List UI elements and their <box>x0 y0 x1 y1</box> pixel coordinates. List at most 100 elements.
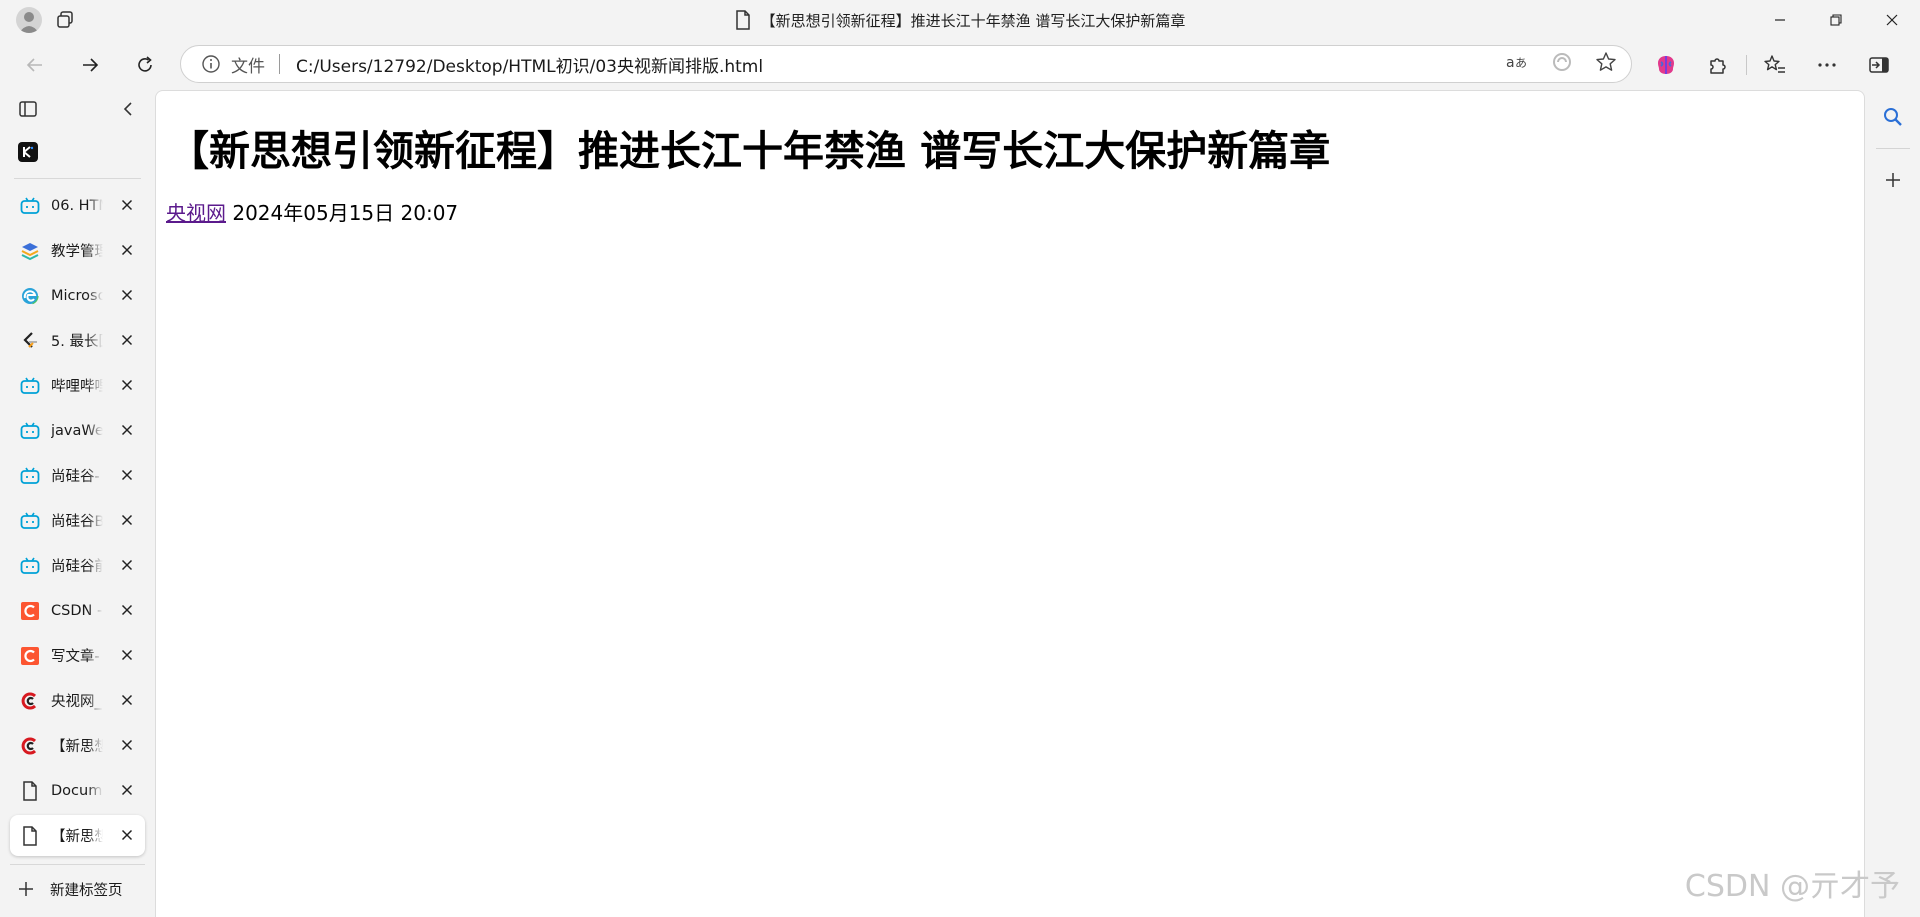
close-tab-button[interactable] <box>117 240 137 260</box>
close-icon <box>121 649 133 661</box>
close-tab-button[interactable] <box>117 510 137 530</box>
page-content: 【新思想引领新征程】推进长江十年禁渔 谱写长江大保护新篇章 央视网 2024年0… <box>155 90 1865 917</box>
sidebar-tab[interactable]: Document <box>10 770 145 811</box>
close-tab-button[interactable] <box>117 555 137 575</box>
collapse-sidebar-button[interactable] <box>121 101 135 121</box>
tab-label: 央视网_ <box>51 694 102 710</box>
sidebar-tab[interactable]: 【新思想 <box>10 815 145 856</box>
favorites-list-icon <box>1764 55 1785 73</box>
site-info-button[interactable]: 文件 <box>201 52 265 77</box>
close-icon <box>121 559 133 571</box>
sync-icon <box>1553 53 1571 71</box>
sidebar-tab[interactable]: 【新思想 <box>10 725 145 766</box>
person-icon <box>19 12 39 33</box>
bilibili-icon <box>19 465 41 487</box>
new-tab-button[interactable]: 新建标签页 <box>0 869 155 909</box>
profile-button[interactable] <box>14 5 44 35</box>
address-bar[interactable]: 文件 C:/Users/12792/Desktop/HTML初识/03央视新闻排… <box>180 45 1632 83</box>
sidebar-tab[interactable]: CSDN - <box>10 590 145 631</box>
copilot-button[interactable] <box>1640 47 1692 83</box>
minimize-button[interactable] <box>1752 0 1808 40</box>
close-tab-button[interactable] <box>117 465 137 485</box>
translate-icon: a あ <box>1506 55 1527 71</box>
favorites-button[interactable] <box>1749 47 1801 83</box>
more-button[interactable] <box>1801 47 1853 83</box>
file-icon <box>19 825 41 847</box>
bilibili-icon <box>19 420 41 442</box>
close-icon <box>121 424 133 436</box>
bilibili-icon <box>19 195 41 217</box>
file-icon <box>735 10 750 30</box>
sidebar-tab[interactable]: 教学管理 <box>10 230 145 271</box>
workspaces-button[interactable] <box>50 5 80 35</box>
close-tab-button[interactable] <box>117 330 137 350</box>
close-tab-button[interactable] <box>117 825 137 845</box>
svg-text:a: a <box>1506 55 1515 71</box>
close-icon <box>121 514 133 526</box>
close-icon <box>121 829 133 841</box>
csdn-icon <box>19 600 41 622</box>
star-icon <box>1596 52 1616 71</box>
arrow-left-icon <box>26 58 42 72</box>
search-button[interactable] <box>1866 90 1920 144</box>
close-icon <box>121 334 133 346</box>
leetcode-icon <box>19 330 41 352</box>
kimi-icon[interactable] <box>18 142 38 162</box>
edge-icon <box>19 285 41 307</box>
toolbar-divider <box>1746 55 1747 75</box>
article-date: 2024年05月15日 20:07 <box>232 201 459 225</box>
close-icon <box>121 604 133 616</box>
tab-label: 教学管理 <box>51 244 103 260</box>
favorite-button[interactable] <box>1595 51 1617 77</box>
close-icon <box>121 469 133 481</box>
sidebar-tab[interactable]: 写文章- <box>10 635 145 676</box>
sidebar-tab[interactable]: javaWeb <box>10 410 145 451</box>
refresh-button[interactable] <box>125 47 165 83</box>
tab-label: 尚硅谷前 <box>51 559 103 575</box>
csdn-icon <box>19 645 41 667</box>
restore-icon <box>1830 14 1842 26</box>
extensions-button[interactable] <box>1692 47 1744 83</box>
add-sidebar-app-button[interactable] <box>1866 153 1920 207</box>
url-text[interactable]: C:/Users/12792/Desktop/HTML初识/03央视新闻排版.h… <box>296 52 763 77</box>
read-aloud-button[interactable]: a あ <box>1505 52 1529 76</box>
close-tab-button[interactable] <box>117 375 137 395</box>
sidebar-tab[interactable]: 央视网_ <box>10 680 145 721</box>
sidebar-toggle-button[interactable] <box>1853 47 1905 83</box>
sidebar-tab[interactable]: Microsoft <box>10 275 145 316</box>
sidebar-tab[interactable]: 06. HTML <box>10 185 145 226</box>
sidebar-divider <box>14 178 141 179</box>
tab-label: javaWeb <box>51 422 103 439</box>
sidebar-tab[interactable]: 尚硅谷B <box>10 500 145 541</box>
bilibili-icon <box>19 510 41 532</box>
source-link[interactable]: 央视网 <box>166 201 226 225</box>
forward-button[interactable] <box>70 47 110 83</box>
sidebar-tab[interactable]: 5. 最长回 <box>10 320 145 361</box>
cctv-icon <box>19 690 41 712</box>
sidebar-tab[interactable]: 哔哩哔哩 <box>10 365 145 406</box>
close-tab-button[interactable] <box>117 285 137 305</box>
sidebar-tab[interactable]: 尚硅谷前 <box>10 545 145 586</box>
close-window-button[interactable] <box>1864 0 1920 40</box>
navigation-bar: 文件 C:/Users/12792/Desktop/HTML初识/03央视新闻排… <box>0 44 1920 86</box>
refresh-page-button[interactable] <box>1551 51 1573 77</box>
close-tab-button[interactable] <box>117 690 137 710</box>
ellipsis-icon <box>1818 63 1836 67</box>
bilibili-icon <box>19 555 41 577</box>
tab-actions-button[interactable] <box>18 99 38 123</box>
close-tab-button[interactable] <box>117 600 137 620</box>
close-tab-button[interactable] <box>117 780 137 800</box>
close-tab-button[interactable] <box>117 645 137 665</box>
tab-label: 【新思想 <box>51 829 103 845</box>
plus-icon <box>19 882 33 896</box>
close-tab-button[interactable] <box>117 420 137 440</box>
tab-label: CSDN - <box>51 602 103 619</box>
back-button[interactable] <box>15 47 55 83</box>
sidebar-tab[interactable]: 尚硅谷- <box>10 455 145 496</box>
close-icon <box>121 379 133 391</box>
close-tab-button[interactable] <box>117 735 137 755</box>
close-icon <box>121 289 133 301</box>
restore-button[interactable] <box>1808 0 1864 40</box>
close-tab-button[interactable] <box>117 195 137 215</box>
close-icon <box>121 694 133 706</box>
